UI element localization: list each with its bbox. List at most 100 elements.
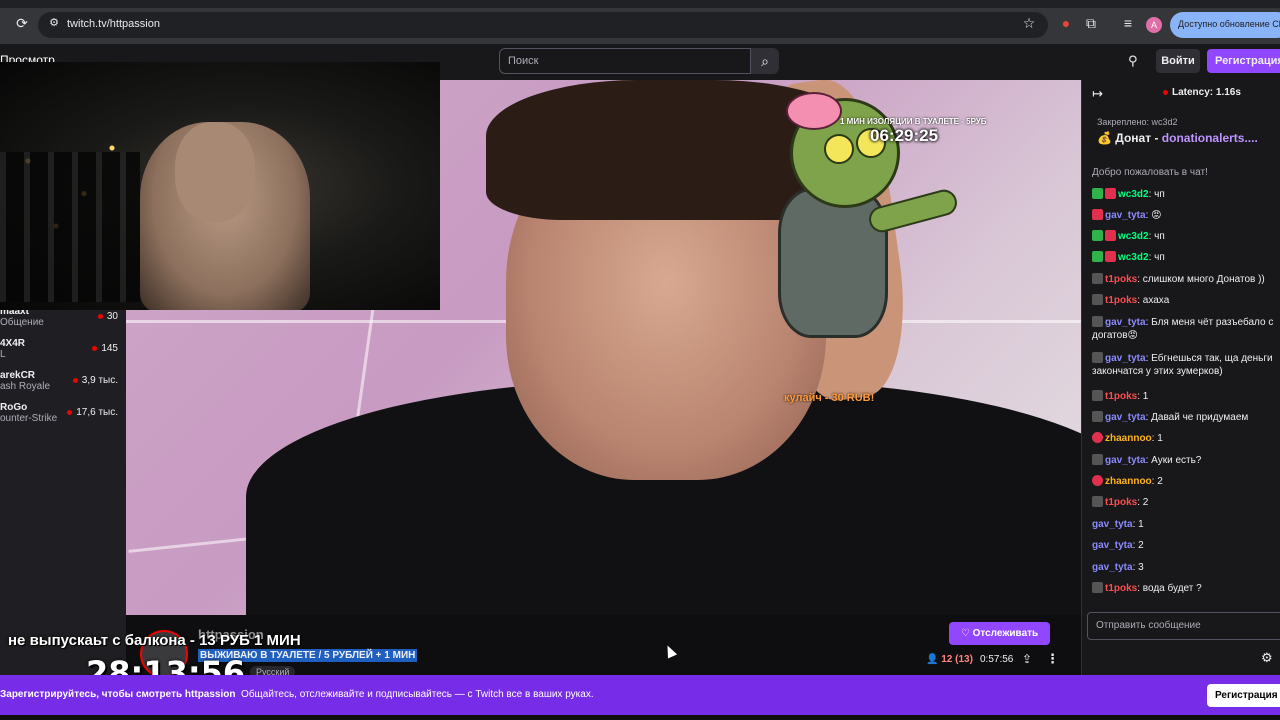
verified-badge-icon [1092, 251, 1103, 262]
chat-message: gav_tyta: 2 [1092, 540, 1144, 551]
isolation-timer: 06:29:25 [870, 126, 939, 145]
latency-indicator: Latency: 1.16s [1163, 87, 1241, 98]
reading-list-icon[interactable]: ≡ [1120, 15, 1136, 31]
extensions-puzzle-icon[interactable]: ⧉ [1083, 15, 1099, 31]
gift-badge-icon [1092, 294, 1103, 305]
rail-channel-name: 4X4R [0, 338, 26, 349]
gift-badge-icon [1092, 496, 1103, 507]
live-dot-icon [72, 377, 78, 383]
zombie-brain [786, 92, 842, 130]
donation-link[interactable]: donationalerts.... [1162, 131, 1258, 145]
rail-channel[interactable]: maaxt Общение 30 [0, 306, 126, 336]
chat-text: Давай че придумаем [1151, 412, 1249, 423]
pinned-label: Закреплено: wc3d2 [1097, 117, 1178, 127]
sub-badge-icon [1105, 251, 1116, 262]
donation-overlay: кулайч - 30 RUB! [784, 392, 875, 404]
pinned-text: 💰 Донат - donationalerts.... [1097, 131, 1258, 145]
zombie-eye [824, 134, 854, 164]
gift-badge-icon [1092, 411, 1103, 422]
chat-username[interactable]: gav_tyta [1105, 317, 1146, 328]
rail-channel-name: arekCR [0, 370, 36, 381]
chat-username[interactable]: wc3d2 [1118, 189, 1149, 200]
chat-text: чп [1154, 231, 1165, 242]
live-dot-icon [97, 313, 103, 319]
gift-badge-icon [1092, 582, 1103, 593]
live-dot-icon [1163, 89, 1168, 95]
chat-username[interactable]: zhaannoo [1105, 433, 1152, 444]
chat-username[interactable]: t1poks [1105, 583, 1137, 594]
chat-message-input[interactable]: Отправить сообщение [1087, 612, 1280, 640]
stream-uptime: 0:57:56 [980, 654, 1014, 665]
notifications-icon[interactable]: ⚲ [1128, 53, 1138, 69]
collapse-chat-icon[interactable]: ↦ [1092, 86, 1103, 102]
chat-username[interactable]: gav_tyta [1105, 455, 1146, 466]
chat-username[interactable]: gav_tyta [1092, 540, 1133, 551]
chat-message: wc3d2: чп [1092, 230, 1280, 243]
reload-icon[interactable]: ⟳ [14, 15, 30, 31]
chat-message: gav_tyta: 😡 [1092, 209, 1280, 222]
chat-message: gav_tyta: Давай че придумаем [1092, 411, 1280, 424]
bookmark-star-icon[interactable]: ☆ [1021, 15, 1037, 31]
chat-text: 2 [1157, 476, 1163, 487]
chat-text: 1 [1138, 519, 1144, 530]
chat-username[interactable]: zhaannoo [1105, 476, 1152, 487]
profile-avatar[interactable]: A [1146, 17, 1162, 33]
chat-username[interactable]: gav_tyta [1092, 519, 1133, 530]
chat-username[interactable]: t1poks [1105, 295, 1137, 306]
login-button[interactable]: Войти [1156, 49, 1200, 73]
chat-text: 3 [1138, 562, 1144, 573]
url-text[interactable]: twitch.tv/httpassion [67, 18, 160, 30]
chat-message: gav_tyta: 1 [1092, 519, 1144, 530]
chat-username[interactable]: t1poks [1105, 391, 1137, 402]
chat-username[interactable]: t1poks [1105, 497, 1137, 508]
chat-welcome: Добро пожаловать в чат! [1092, 167, 1208, 178]
chat-message: t1poks: слишком много Донатов )) [1092, 273, 1280, 286]
chat-message: t1poks: 1 [1092, 390, 1280, 403]
chat-text: 1 [1157, 433, 1163, 444]
verified-badge-icon [1092, 230, 1103, 241]
tab-strip [0, 0, 1280, 8]
isolation-caption: 1 МИН ИЗОЛЯЦИИ В ТУАЛЕТЕ - 5РУБ [840, 117, 987, 126]
sub-badge-icon [1092, 209, 1103, 220]
chat-text: чп [1154, 252, 1165, 263]
rail-channel-game: Общение [0, 317, 44, 328]
balcony-overlay-text: не выпускаьт с балкона - 13 РУБ 1 МИН [8, 632, 301, 649]
rail-channel[interactable]: RoGo ounter-Strike 17,6 тыс. [0, 402, 126, 432]
rail-viewer-count: 30 [97, 311, 118, 322]
chat-username[interactable]: wc3d2 [1118, 231, 1149, 242]
live-dot-icon [92, 345, 98, 351]
gift-badge-icon [1092, 316, 1103, 327]
search-input[interactable]: Поиск [499, 48, 751, 74]
follow-button[interactable]: ♡ Отслеживать [949, 622, 1050, 645]
rail-channel[interactable]: 4X4R L 145 [0, 338, 126, 368]
rail-channel[interactable]: arekCR ash Royale 3,9 тыс. [0, 370, 126, 400]
chat-username[interactable]: gav_tyta [1105, 353, 1146, 364]
chat-settings-gear-icon[interactable]: ⚙ [1261, 650, 1273, 666]
chat-username[interactable]: t1poks [1105, 274, 1137, 285]
rail-viewer-count: 17,6 тыс. [67, 407, 118, 418]
chat-message: wc3d2: чп [1092, 188, 1280, 201]
share-icon[interactable]: ⇪ [1022, 652, 1032, 666]
extension-red-icon[interactable]: ● [1058, 15, 1074, 31]
update-chrome-button[interactable]: Доступно обновление Chrome [1170, 12, 1280, 38]
chat-username[interactable]: gav_tyta [1105, 210, 1146, 221]
heart-badge-icon [1092, 475, 1103, 486]
site-settings-icon[interactable]: ⚙ [46, 15, 62, 31]
chat-text: вода будет ? [1142, 583, 1202, 594]
gift-badge-icon [1092, 273, 1103, 284]
chat-message: gav_tyta: Ауки есть? [1092, 454, 1280, 467]
chat-username[interactable]: wc3d2 [1118, 252, 1149, 263]
chat-username[interactable]: gav_tyta [1105, 412, 1146, 423]
chat-text: слишком много Донатов )) [1142, 274, 1265, 285]
chat-text: 1 [1142, 391, 1149, 402]
chat-message: wc3d2: чп [1092, 251, 1280, 264]
balcony-railing [0, 152, 140, 302]
address-bar[interactable] [38, 12, 1048, 38]
chat-username[interactable]: gav_tyta [1092, 562, 1133, 573]
chat-message: gav_tyta: 3 [1092, 562, 1144, 573]
signup-button[interactable]: Регистрация [1207, 49, 1280, 73]
search-icon[interactable]: ⌕ [751, 48, 779, 74]
banner-signup-button[interactable]: Регистрация [1207, 684, 1280, 707]
rail-viewer-count: 3,9 тыс. [72, 375, 118, 386]
more-options-icon[interactable]: ⋮ [1046, 651, 1059, 667]
